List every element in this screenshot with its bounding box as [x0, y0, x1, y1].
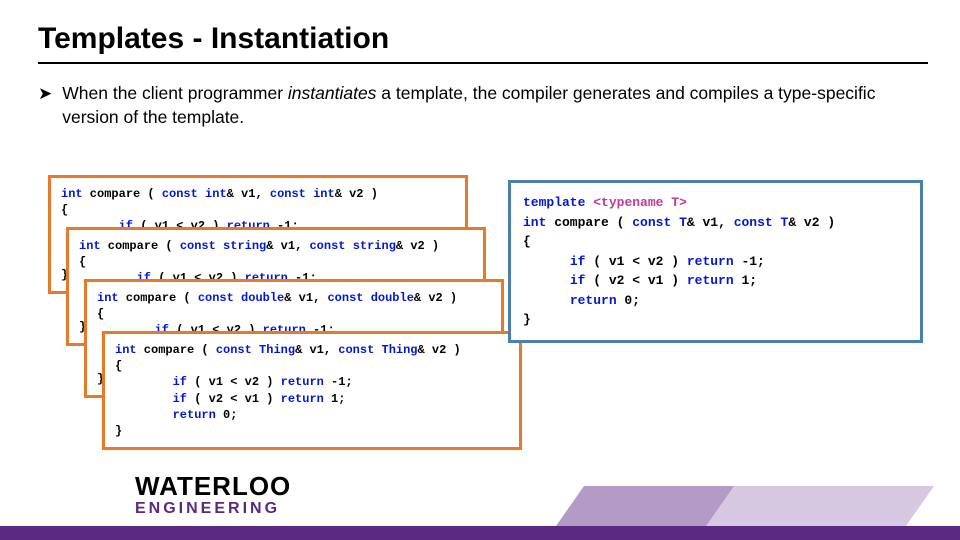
- slide-title: Templates - Instantiation: [0, 0, 960, 62]
- bullet-arrow-icon: ➤: [38, 82, 52, 106]
- bullet-item: ➤ When the client programmer instantiate…: [0, 82, 960, 129]
- bullet-text-em: instantiates: [288, 83, 377, 103]
- logo-line1: WATERLOO: [135, 471, 291, 502]
- footer-diagonal-2: [706, 486, 934, 526]
- logo-line2: ENGINEERING: [135, 500, 291, 518]
- code-thing: int compare ( const Thing& v1, const Thi…: [102, 331, 522, 450]
- code-template: template <typename T> int compare ( cons…: [508, 180, 923, 343]
- title-underline: [38, 62, 928, 64]
- bullet-text: When the client programmer instantiates …: [62, 82, 934, 129]
- waterloo-logo: WATERLOO ENGINEERING: [135, 471, 291, 518]
- bullet-text-pre: When the client programmer: [62, 83, 288, 103]
- footer-strip: [0, 526, 960, 540]
- generated-code-stack: int compare ( const int& v1, const int& …: [48, 175, 493, 465]
